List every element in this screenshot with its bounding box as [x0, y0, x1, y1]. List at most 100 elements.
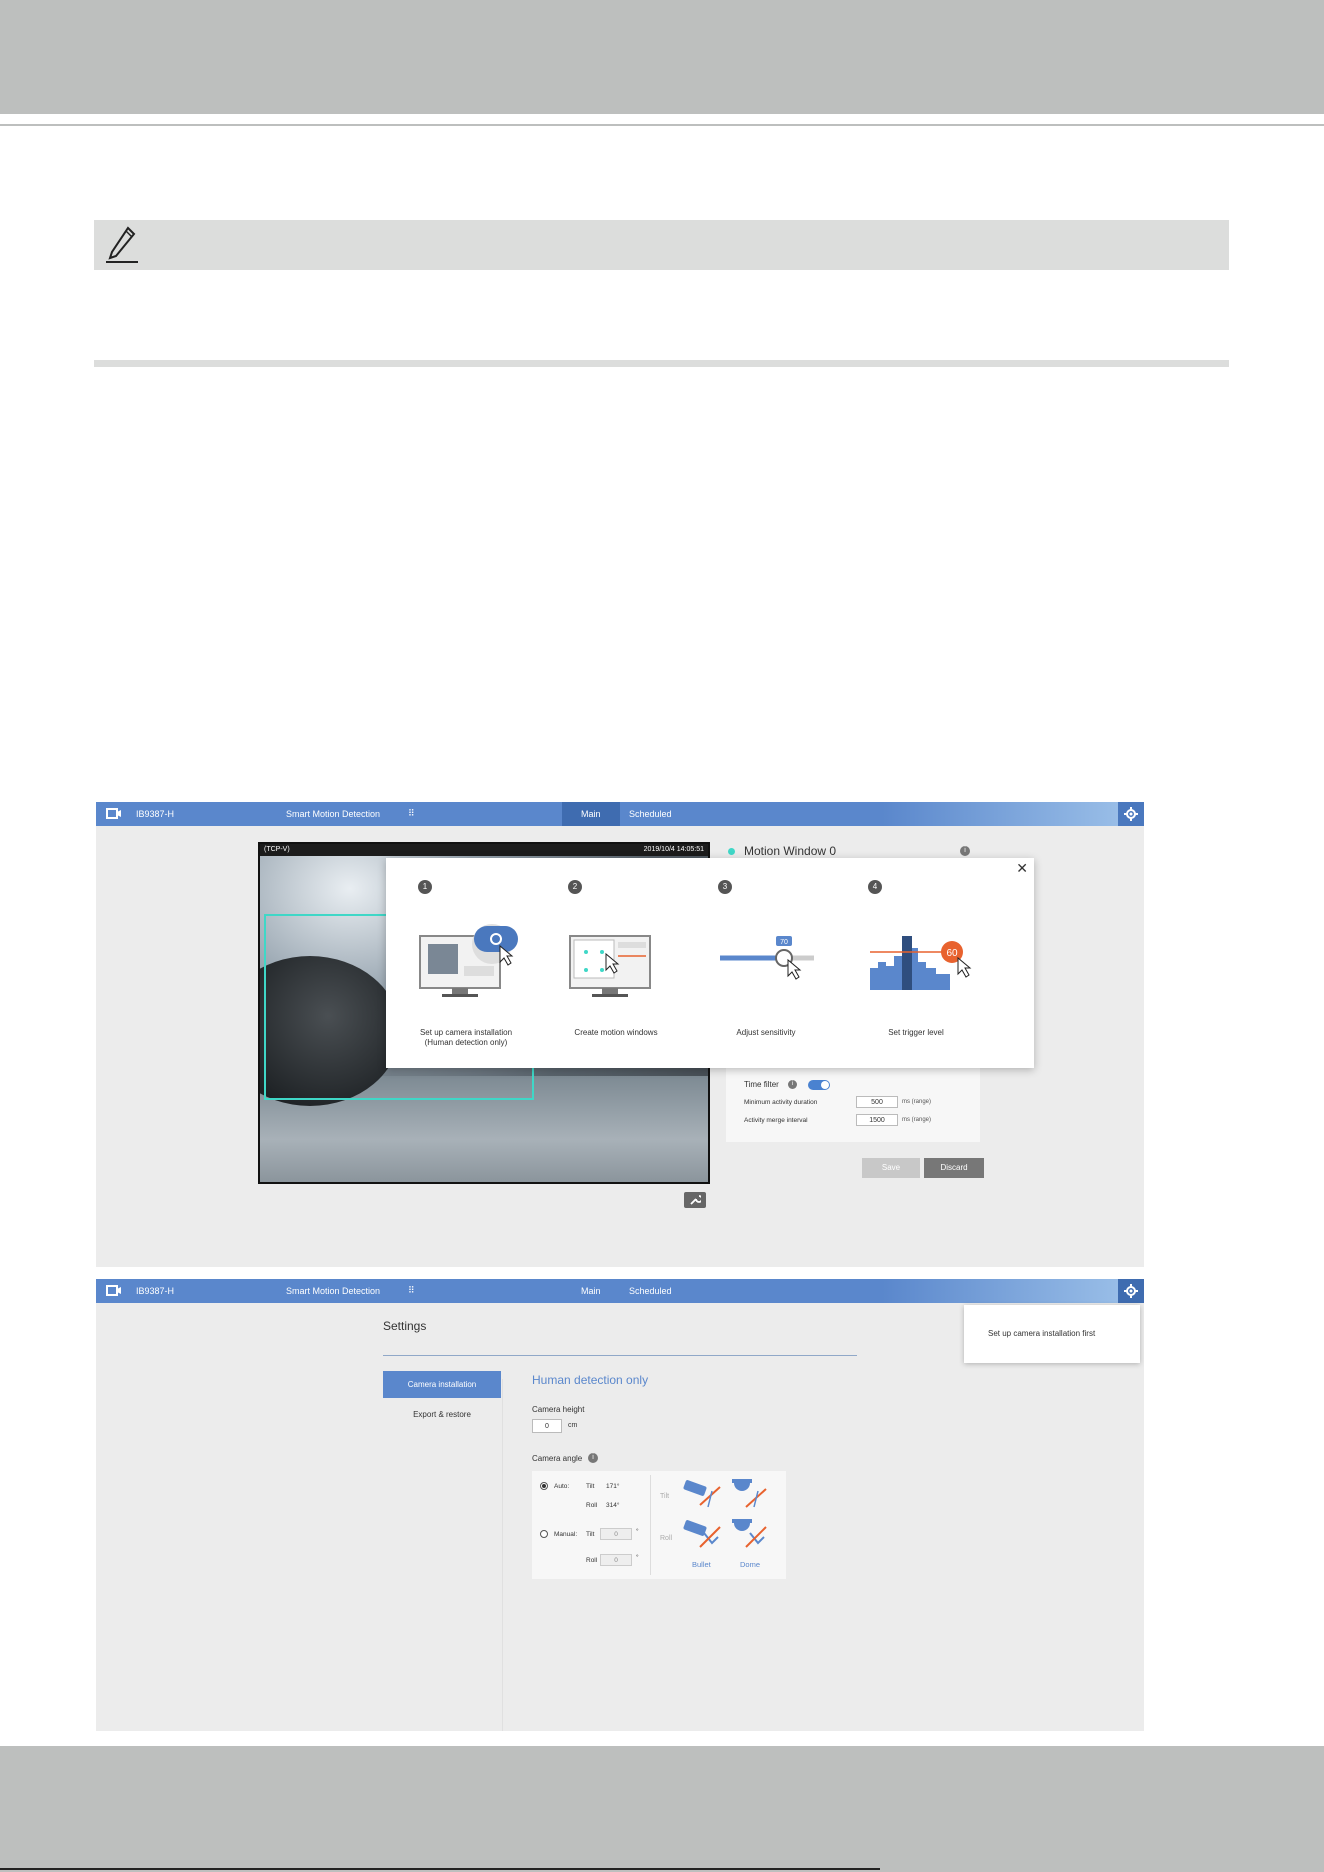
- camera-height-input[interactable]: 0: [532, 1419, 562, 1433]
- camera-angle-panel: Auto: Tilt 171° Roll 314° Manual: Tilt 0…: [532, 1471, 786, 1579]
- step-number: 4: [868, 880, 882, 894]
- camera-logo-icon: [106, 808, 121, 819]
- min-duration-unit: ms (range): [902, 1099, 932, 1105]
- degree-symbol: °: [636, 1554, 639, 1561]
- time-filter-panel: Time filter i Minimum activity duration …: [726, 1060, 980, 1142]
- degree-symbol: °: [636, 1528, 639, 1535]
- dome-tilt-icon: [732, 1479, 767, 1508]
- min-duration-input[interactable]: 500: [856, 1096, 898, 1108]
- footer-band: [0, 1746, 1324, 1872]
- wizard-step-3[interactable]: 3 70 Adjust sensitivity: [686, 858, 846, 1068]
- manual-tilt-label: Tilt: [586, 1531, 595, 1538]
- camera-angle-label: Camera angle: [532, 1454, 583, 1463]
- nav-camera-installation[interactable]: Camera installation: [383, 1371, 501, 1398]
- info-icon[interactable]: i: [960, 846, 970, 856]
- footer-rule: [0, 1868, 880, 1870]
- apps-grid-icon[interactable]: ⠿: [408, 1285, 415, 1296]
- dome-roll-icon: [732, 1519, 767, 1548]
- settings-tooltip-text: Set up camera installation first: [988, 1329, 1096, 1338]
- app-main-screenshot: IB9387-H Smart Motion Detection ⠿ Main S…: [96, 802, 1144, 1267]
- svg-text:70: 70: [780, 939, 788, 946]
- wizard-step-1[interactable]: 1 Set up camera installation (Human dete…: [386, 858, 546, 1068]
- auto-roll-label: Roll: [586, 1502, 598, 1509]
- title-divider: [383, 1355, 857, 1356]
- camera-height-unit: cm: [568, 1422, 578, 1429]
- header-rule: [0, 124, 1324, 126]
- settings-left-column: [96, 1303, 501, 1731]
- settings-gear-button[interactable]: [1118, 802, 1144, 826]
- section-title: Human detection only: [532, 1373, 649, 1387]
- monitor-setup-icon: [419, 924, 518, 997]
- apps-grid-icon[interactable]: ⠿: [408, 808, 415, 819]
- wrench-icon: [690, 1195, 701, 1205]
- svg-text:60: 60: [946, 948, 958, 959]
- auto-radio[interactable]: [540, 1482, 548, 1490]
- info-icon[interactable]: i: [788, 1080, 797, 1089]
- camera-model: IB9387-H: [136, 1286, 175, 1296]
- camera-height-label: Camera height: [532, 1405, 585, 1414]
- time-filter-label: Time filter: [744, 1080, 779, 1089]
- manual-label: Manual:: [554, 1531, 578, 1538]
- manual-tilt-input[interactable]: 0: [600, 1528, 632, 1540]
- page-title: Settings: [383, 1319, 427, 1333]
- note-bar: [94, 220, 1229, 270]
- gear-icon: [1124, 807, 1138, 821]
- camera-logo-icon: [106, 1285, 121, 1296]
- app-name: Smart Motion Detection: [286, 809, 381, 819]
- bullet-label: Bullet: [692, 1560, 711, 1569]
- wizard-step-2[interactable]: 2 Create motion windows: [536, 858, 696, 1068]
- step-label: Set trigger level: [888, 1028, 944, 1037]
- app-settings-screenshot: IB9387-H Smart Motion Detection ⠿ Main S…: [96, 1279, 1144, 1731]
- step-label: Set up camera installation (Human detect…: [386, 1028, 546, 1048]
- merge-interval-input[interactable]: 1500: [856, 1114, 898, 1126]
- merge-interval-unit: ms (range): [902, 1117, 932, 1123]
- app-name: Smart Motion Detection: [286, 1286, 381, 1296]
- wizard-step-4[interactable]: 4 60 Set trigger level: [836, 858, 996, 1068]
- dome-label: Dome: [740, 1560, 761, 1569]
- motion-window-color-dot: [728, 848, 735, 855]
- header-band: [0, 0, 1324, 114]
- discard-button[interactable]: Discard: [924, 1158, 984, 1178]
- time-filter-toggle[interactable]: [808, 1080, 830, 1090]
- step-number: 3: [718, 880, 732, 894]
- auto-tilt-value: 171°: [606, 1483, 620, 1490]
- video-osd-stream: (TCP-V): [264, 846, 290, 853]
- video-osd-timestamp: 2019/10/4 14:05:51: [643, 846, 704, 853]
- manual-roll-input[interactable]: 0: [600, 1554, 632, 1566]
- setup-wizard-popup: ✕ 1 Set up camera installation (Human de…: [386, 858, 1034, 1068]
- trigger-level-icon: 60: [870, 936, 972, 990]
- merge-interval-label: Activity merge interval: [744, 1117, 808, 1124]
- save-button[interactable]: Save: [862, 1158, 920, 1178]
- bullet-roll-icon: [683, 1520, 721, 1548]
- min-duration-label: Minimum activity duration: [744, 1099, 818, 1106]
- step-label: Adjust sensitivity: [736, 1028, 796, 1037]
- panel-divider: [650, 1475, 651, 1575]
- manual-radio[interactable]: [540, 1530, 548, 1538]
- gear-icon: [1124, 1284, 1138, 1298]
- step-label: Create motion windows: [574, 1028, 658, 1037]
- app-topbar: IB9387-H Smart Motion Detection ⠿ Main S…: [96, 802, 1144, 826]
- video-tools-button[interactable]: [684, 1192, 706, 1208]
- tilt-diagram-label: Tilt: [660, 1493, 670, 1500]
- bullet-tilt-icon: [683, 1480, 721, 1508]
- camera-model: IB9387-H: [136, 809, 175, 819]
- nav-export-restore[interactable]: Export & restore: [383, 1405, 501, 1425]
- step-number: 2: [568, 880, 582, 894]
- manual-roll-label: Roll: [586, 1557, 598, 1564]
- step-label-line1: Set up camera installation: [419, 1028, 513, 1037]
- pencil-icon: [106, 226, 138, 263]
- auto-tilt-label: Tilt: [586, 1483, 595, 1490]
- motion-window-title: Motion Window 0: [744, 844, 837, 858]
- info-icon[interactable]: i: [588, 1453, 598, 1463]
- settings-gear-button[interactable]: [1118, 1279, 1144, 1303]
- tab-scheduled[interactable]: Scheduled: [610, 1279, 691, 1303]
- roll-diagram-label: Roll: [660, 1535, 673, 1542]
- section-divider: [94, 360, 1229, 367]
- close-icon[interactable]: ✕: [1016, 860, 1028, 877]
- auto-label: Auto:: [554, 1483, 570, 1490]
- settings-tooltip: Set up camera installation first: [964, 1305, 1140, 1363]
- step-number: 1: [418, 880, 432, 894]
- tab-scheduled[interactable]: Scheduled: [610, 802, 691, 826]
- motion-windows-icon: [569, 935, 651, 997]
- app-topbar: IB9387-H Smart Motion Detection ⠿ Main S…: [96, 1279, 1144, 1303]
